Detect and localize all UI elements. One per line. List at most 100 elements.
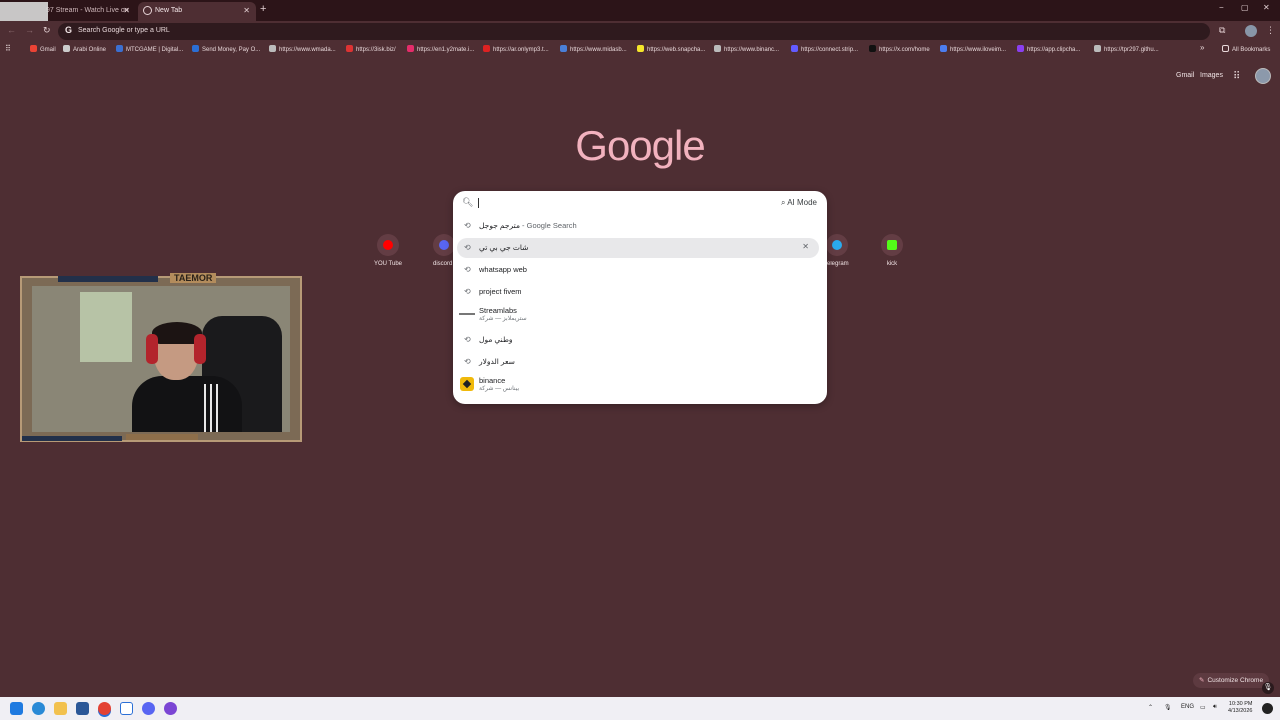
omnibox[interactable]: G Search Google or type a URL	[58, 23, 1210, 40]
bookmark-item[interactable]: Gmail	[30, 45, 56, 53]
toolbar: ← → ↻ G Search Google or type a URL ⧉ ⋮	[0, 21, 1280, 42]
customize-chrome-button[interactable]: ✎ Customize Chrome	[1193, 673, 1270, 688]
suggestion-item[interactable]: ⟲ project fivem	[457, 282, 819, 302]
close-window-button[interactable]: ✕	[1263, 3, 1270, 12]
bookmark-item[interactable]: https://www.midasb...	[560, 45, 627, 53]
discord-icon	[433, 234, 454, 256]
tab-new-tab[interactable]: New Tab ✕	[138, 2, 256, 21]
search-icon: 🔍︎	[462, 197, 474, 207]
bookmark-favicon	[116, 45, 123, 52]
binance-icon	[460, 377, 474, 391]
bookmark-item[interactable]: Arabi Online	[63, 45, 106, 53]
chrome-icon[interactable]	[98, 702, 111, 715]
bookmarks-bar: ⠿ Gmail Arabi Online MTCGAME | Digital..…	[0, 42, 1280, 58]
extensions-icon[interactable]: ⧉	[1219, 25, 1225, 36]
microphone-icon[interactable]: 🎙︎	[1262, 682, 1274, 694]
back-button[interactable]: ←	[7, 25, 16, 35]
streaming-app-icon[interactable]	[164, 702, 177, 715]
windows-taskbar: ⌃ 🎙︎ ENG ▭ 🔊︎ 10:30 PM 4/13/2026	[0, 697, 1280, 720]
suggestion-item[interactable]: binance بينانس — شركة	[457, 375, 819, 395]
edge-icon[interactable]	[32, 702, 45, 715]
suggestion-item[interactable]: ⟲ وطني مول	[457, 330, 819, 350]
discord-taskbar-icon[interactable]	[142, 702, 155, 715]
bookmark-item[interactable]: https://3isk.biz/	[346, 45, 396, 53]
search-input[interactable]: 🔍︎ ⌕ AI Mode	[453, 191, 827, 215]
minimize-button[interactable]: −	[1219, 3, 1224, 12]
suggestion-item[interactable]: ⟲ whatsapp web	[457, 260, 819, 280]
shortcut-kick[interactable]: kick	[862, 234, 922, 267]
new-tab-button[interactable]: +	[260, 3, 266, 15]
telegram-icon	[826, 234, 848, 256]
bookmark-item[interactable]: https://tpr297.githu...	[1094, 45, 1159, 53]
system-clock[interactable]: 10:30 PM 4/13/2026	[1228, 701, 1252, 715]
language-indicator[interactable]: ENG	[1181, 704, 1194, 710]
youtube-icon	[377, 234, 399, 256]
bookmark-item[interactable]: https://www.wmada...	[269, 45, 336, 53]
shortcut-label: discord	[433, 261, 453, 267]
apps-icon[interactable]: ⠿	[5, 44, 11, 53]
reload-button[interactable]: ↻	[43, 25, 51, 36]
gmail-link[interactable]: Gmail	[1176, 72, 1194, 79]
history-icon: ⟲	[464, 335, 471, 344]
store-icon[interactable]	[76, 702, 89, 715]
suggestion-item[interactable]: ⟲ شات جي بي تي ✕	[457, 238, 819, 258]
bookmark-item[interactable]: https://en1.y2mate.i...	[407, 45, 474, 53]
suggestion-item[interactable]: ⟲ سعر الدولار	[457, 352, 819, 372]
all-bookmarks-button[interactable]: All Bookmarks	[1222, 45, 1270, 53]
microphone-tray-icon[interactable]: 🎙︎	[1164, 704, 1172, 711]
tab-label: 97 Stream - Watch Live on	[46, 7, 129, 14]
account-avatar[interactable]	[1255, 68, 1271, 84]
bookmark-item[interactable]: https://connect.strip...	[791, 45, 858, 53]
bookmark-favicon	[346, 45, 353, 52]
bookmark-favicon	[791, 45, 798, 52]
bookmark-favicon	[637, 45, 644, 52]
shortcut-discord[interactable]: discord	[414, 234, 454, 267]
suggestion-item[interactable]: Streamlabs ستريملابز — شركة	[457, 305, 819, 325]
ai-mode-button[interactable]: ⌕ AI Mode	[781, 198, 817, 208]
shortcut-youtube[interactable]: YOU Tube	[358, 234, 418, 267]
volume-icon[interactable]: 🔊︎	[1213, 704, 1217, 711]
bookmark-favicon	[560, 45, 567, 52]
streamlabs-icon	[459, 313, 475, 315]
history-icon: ⟲	[464, 243, 471, 252]
text-caret	[478, 198, 479, 208]
bookmark-item[interactable]: Send Money, Pay O...	[192, 45, 260, 53]
streamer-badge: TAEMOR	[170, 273, 217, 283]
bookmark-favicon	[1017, 45, 1024, 52]
bookmark-item[interactable]: https://www.iloveim...	[940, 45, 1006, 53]
bookmark-item[interactable]: https://www.binanc...	[714, 45, 779, 53]
tab-thumbnail	[0, 2, 48, 21]
profile-avatar-small[interactable]	[1245, 25, 1257, 37]
file-explorer-icon[interactable]	[54, 702, 67, 715]
bookmark-item[interactable]: https://web.snapcha...	[637, 45, 705, 53]
folder-icon	[1222, 45, 1229, 52]
remove-suggestion-icon[interactable]: ✕	[802, 242, 809, 251]
pencil-icon: ✎	[1199, 677, 1205, 684]
bookmark-favicon	[1094, 45, 1101, 52]
bookmarks-overflow-button[interactable]: »	[1200, 43, 1204, 52]
tab-stream[interactable]: 97 Stream - Watch Live on ✕	[0, 2, 136, 21]
bookmark-item[interactable]: https://ar.onlymp3.t...	[483, 45, 549, 53]
bookmark-favicon	[869, 45, 876, 52]
tab-close-icon[interactable]: ✕	[243, 2, 250, 19]
bookmark-item[interactable]: MTCGAME | Digital...	[116, 45, 183, 53]
bookmark-favicon	[940, 45, 947, 52]
suggestion-item[interactable]: ⟲ مترجم جوجل - Google Search	[457, 216, 819, 236]
network-icon[interactable]: ▭	[1200, 704, 1206, 711]
bookmark-item[interactable]: https://app.clipcha...	[1017, 45, 1080, 53]
omnibox-placeholder: Search Google or type a URL	[78, 27, 170, 34]
images-link[interactable]: Images	[1200, 72, 1223, 79]
bookmark-item[interactable]: https://x.com/home	[869, 45, 930, 53]
menu-icon[interactable]: ⋮	[1266, 25, 1275, 36]
notification-icon[interactable]	[1262, 703, 1273, 714]
globe-icon	[143, 6, 152, 15]
forward-button[interactable]: →	[25, 25, 34, 35]
notepad-icon[interactable]	[120, 702, 133, 715]
start-icon[interactable]	[10, 702, 23, 715]
google-apps-icon[interactable]: ⠿	[1233, 71, 1240, 82]
shortcut-label: kick	[886, 261, 898, 267]
bookmark-favicon	[30, 45, 37, 52]
tray-chevron-icon[interactable]: ⌃	[1148, 704, 1153, 711]
maximize-button[interactable]: ▢	[1241, 3, 1249, 12]
tab-close-icon[interactable]: ✕	[123, 2, 130, 19]
